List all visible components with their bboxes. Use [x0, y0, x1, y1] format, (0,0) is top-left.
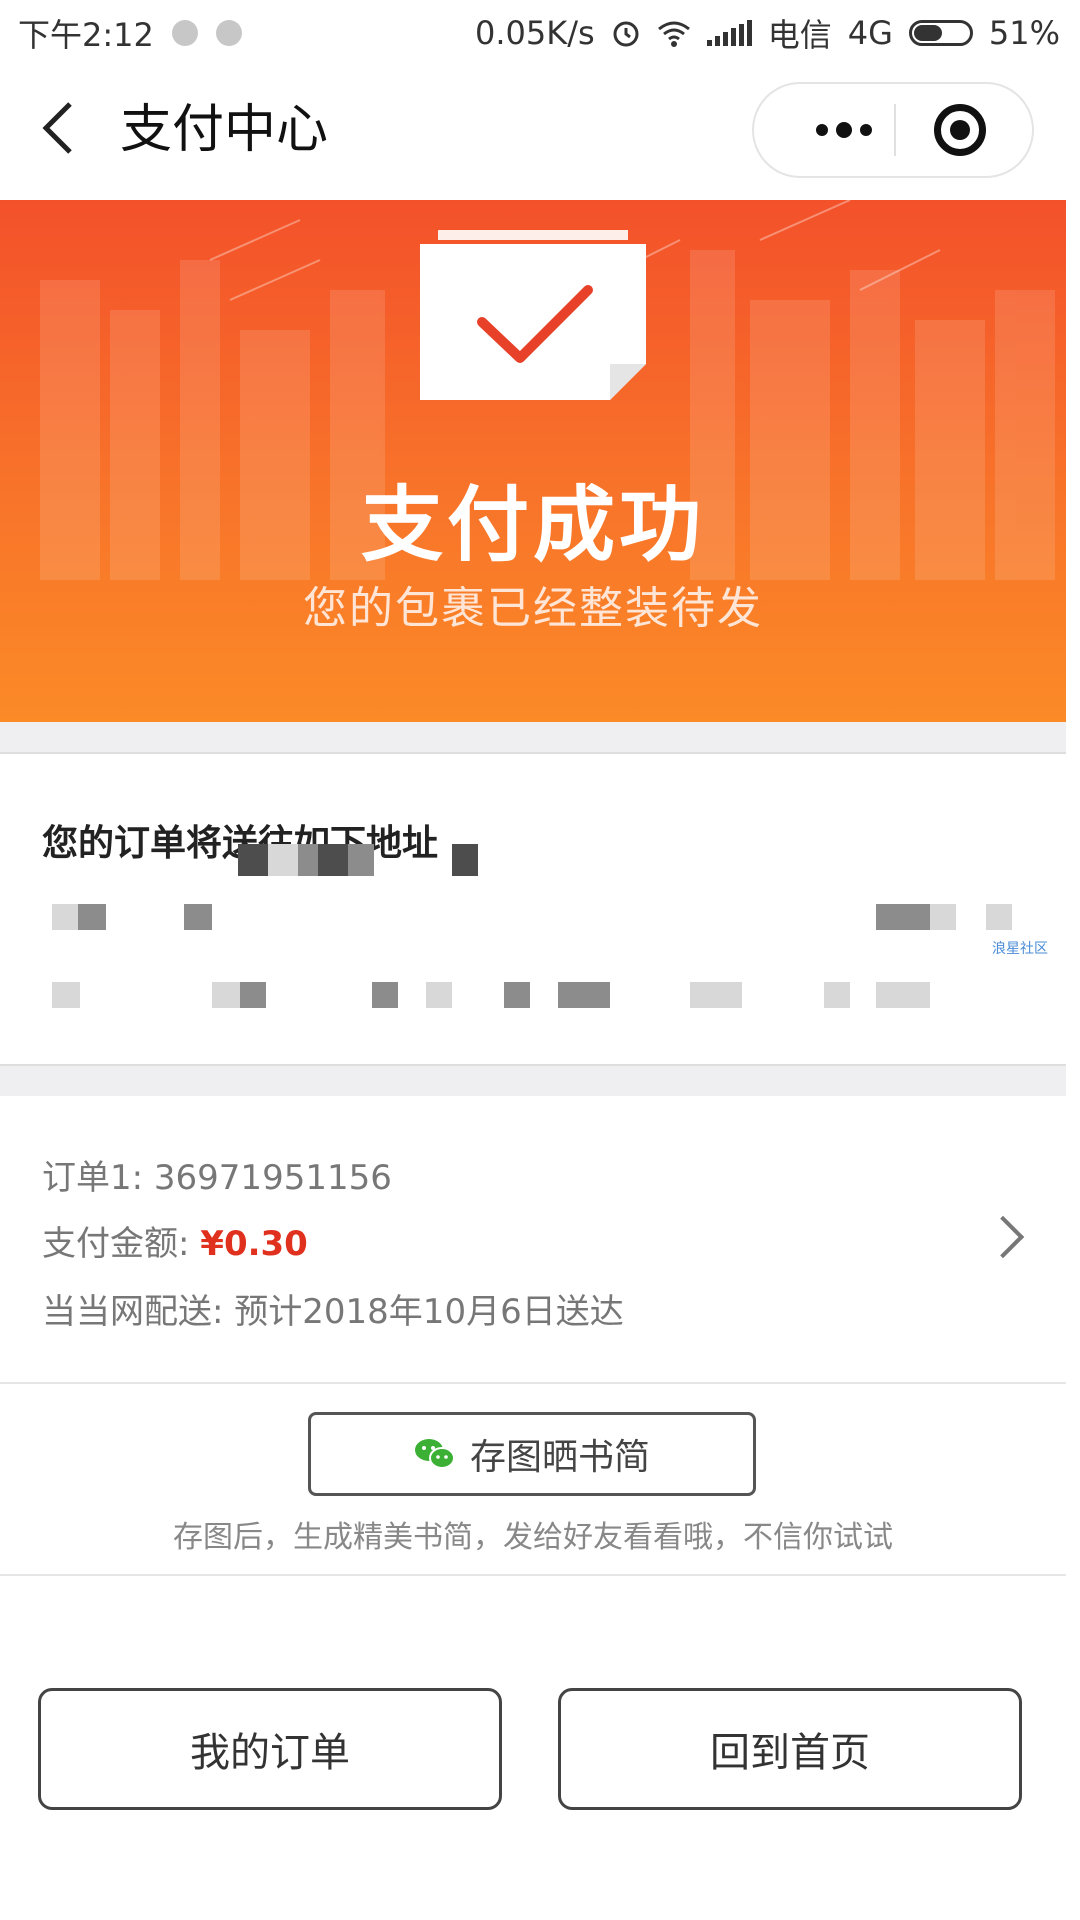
order-info-row[interactable]: 订单1: 36971951156 支付金额: ¥0.30 当当网配送: 预计20… — [0, 1096, 1066, 1384]
amount-label: 支付金额: — [42, 1224, 190, 1264]
share-hint: 存图后，生成精美书简，发给好友看看哦，不信你试试 — [173, 1520, 893, 1555]
redacted-block — [372, 982, 398, 1008]
redacted-block — [930, 904, 956, 930]
delivery-line: 当当网配送: 预计2018年10月6日送达 — [42, 1284, 624, 1333]
redacted-block — [426, 982, 452, 1008]
redacted-block — [52, 904, 78, 930]
battery-icon — [908, 20, 973, 46]
nav-bar: 支付中心 — [0, 60, 1080, 200]
battery-percent: 51% — [988, 14, 1060, 52]
redacted-block — [52, 982, 80, 1008]
delivery-label: 当当网配送: — [42, 1292, 224, 1332]
delivery-estimate: 预计2018年10月6日送达 — [234, 1292, 624, 1332]
section-divider — [0, 722, 1066, 754]
redacted-block — [452, 844, 478, 876]
wifi-icon — [657, 21, 690, 47]
redacted-block — [268, 844, 298, 876]
status-bar: 下午2:12 0.05K/s 电信 4G 51% — [0, 0, 1080, 60]
network-type: 4G — [847, 14, 893, 52]
wechat-icon — [414, 1439, 455, 1469]
carrier: 电信 — [767, 16, 832, 54]
chevron-right-icon — [981, 1215, 1025, 1259]
network-speed: 0.05K/s — [475, 14, 595, 52]
redacted-block — [318, 844, 348, 876]
alarm-icon — [613, 21, 639, 47]
amount-line: 支付金额: ¥0.30 — [42, 1216, 308, 1265]
my-orders-button[interactable]: 我的订单 — [38, 1688, 502, 1810]
success-title: 支付成功 — [360, 478, 705, 573]
more-button[interactable] — [794, 84, 894, 176]
success-subtitle: 您的包裹已经整装待发 — [303, 583, 763, 634]
redacted-block — [240, 982, 266, 1008]
order-number-line: 订单1: 36971951156 — [42, 1150, 392, 1199]
capsule-divider — [894, 104, 896, 156]
redacted-block — [558, 982, 610, 1008]
status-time: 下午2:12 — [18, 16, 154, 54]
order-label: 订单1: — [42, 1158, 144, 1198]
back-home-button[interactable]: 回到首页 — [558, 1688, 1022, 1810]
more-dots-icon — [836, 122, 852, 138]
share-button-label: 存图晒书简 — [469, 1437, 650, 1478]
check-document-icon — [420, 230, 646, 400]
address-section: 您的订单将送往如下地址 浪星社区 — [0, 754, 1066, 1064]
redacted-block — [348, 844, 374, 876]
notification-icon — [171, 20, 198, 46]
back-button[interactable] — [38, 98, 94, 162]
redacted-block — [690, 982, 742, 1008]
chevron-left-icon — [42, 102, 72, 154]
watermark-text: 浪星社区 — [992, 941, 1048, 957]
redacted-block — [184, 904, 212, 930]
app-notification-icon — [215, 20, 242, 46]
redacted-block — [986, 904, 1012, 930]
page-title: 支付中心 — [120, 100, 329, 160]
share-section: 存图晒书简 存图后，生成精美书简，发给好友看看哦，不信你试试 — [0, 1384, 1066, 1576]
redacted-block — [212, 982, 240, 1008]
save-image-share-button[interactable]: 存图晒书简 — [308, 1412, 756, 1496]
redacted-block — [876, 904, 930, 930]
redacted-block — [876, 982, 930, 1008]
amount-value: ¥0.30 — [200, 1224, 308, 1264]
close-button[interactable] — [934, 104, 986, 156]
mini-program-capsule — [752, 82, 1034, 178]
signal-icon — [706, 20, 752, 46]
redacted-block — [824, 982, 850, 1008]
redacted-block — [78, 904, 106, 930]
success-banner: 支付成功 您的包裹已经整装待发 — [0, 200, 1066, 722]
redacted-block — [504, 982, 530, 1008]
order-number: 36971951156 — [153, 1158, 392, 1198]
section-divider — [0, 1064, 1066, 1098]
